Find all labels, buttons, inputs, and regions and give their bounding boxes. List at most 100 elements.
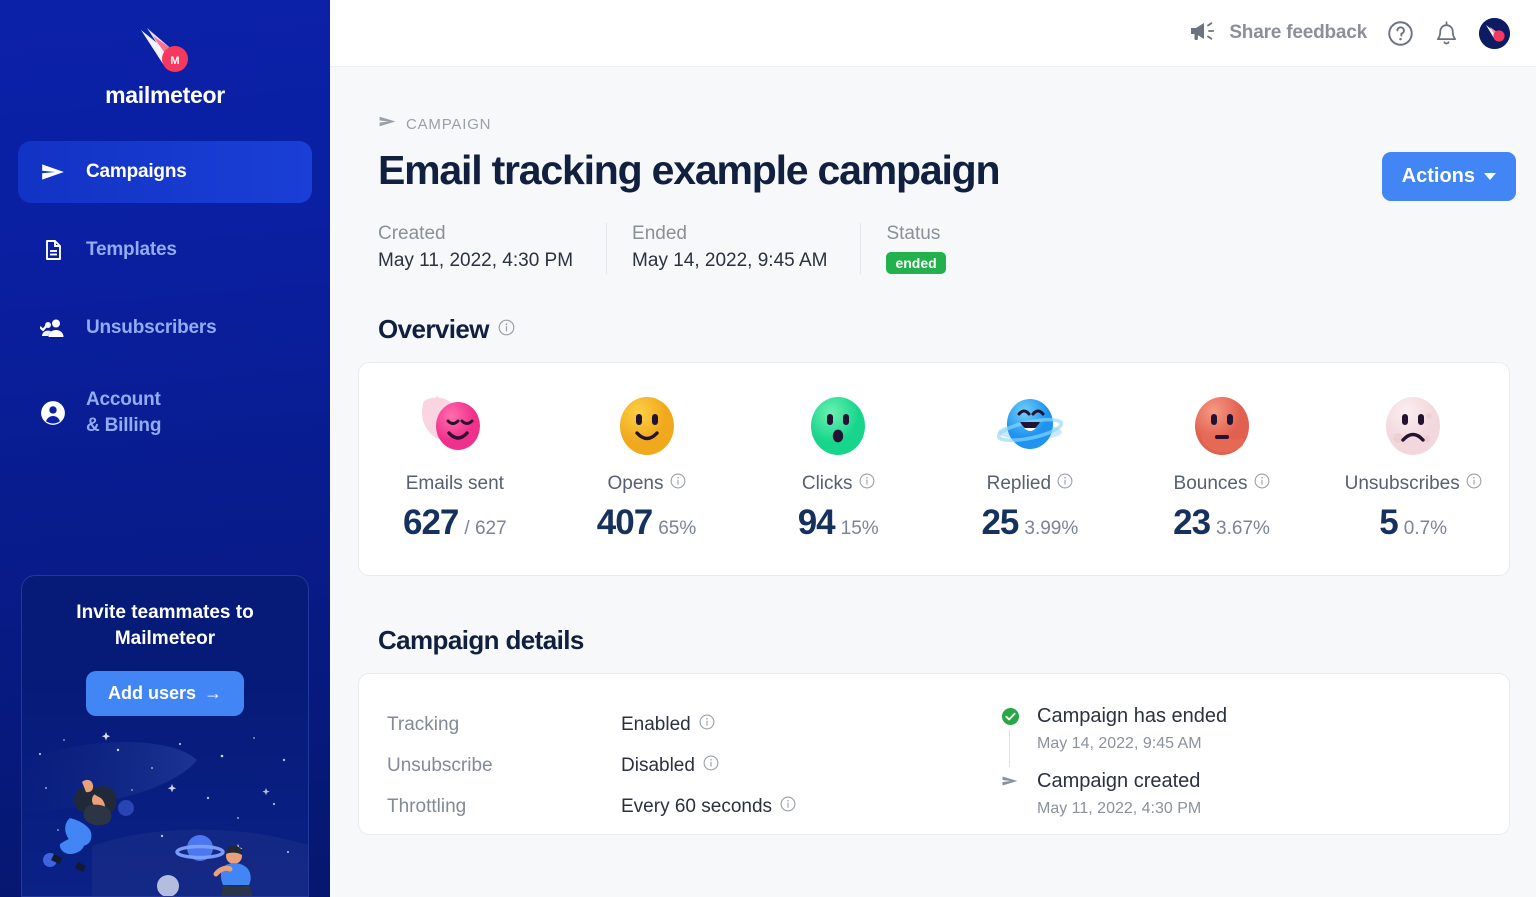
actions-button[interactable]: Actions	[1381, 152, 1516, 201]
info-icon[interactable]	[699, 714, 715, 736]
info-icon[interactable]	[780, 796, 796, 818]
timeline-date: May 11, 2022, 4:30 PM	[1037, 800, 1202, 817]
actions-label: Actions	[1401, 165, 1475, 187]
send-icon	[999, 769, 1021, 818]
stat-label: Clicks	[801, 473, 853, 494]
brand[interactable]: M mailmeteor	[0, 0, 330, 109]
stat-opens: Opens 407 65%	[551, 393, 743, 543]
timeline-title: Campaign created	[1037, 770, 1201, 792]
stat-unsubscribes: Unsubscribes 5 0.7%	[1317, 393, 1509, 543]
details-header: Campaign details	[348, 625, 1516, 656]
avatar[interactable]	[1479, 17, 1510, 49]
info-icon[interactable]	[670, 473, 686, 495]
content-area: CAMPAIGN Email tracking example campaign…	[330, 67, 1536, 897]
detail-label: Tracking	[387, 713, 460, 735]
detail-row-unsubscribe: Unsubscribe Disabled	[387, 745, 987, 786]
invite-title: Invite teammates to Mailmeteor	[76, 602, 254, 649]
app-root: M mailmeteor Campaigns Templates Unsubsc…	[0, 0, 1536, 897]
add-users-label: Add users	[107, 683, 197, 704]
page-title: Email tracking example campaign	[378, 147, 1001, 193]
stats-row: Emails sent 627 / 627 Opens 407 65% Clic…	[359, 363, 1509, 575]
meta-value: May 11, 2022, 4:30 PM	[378, 250, 574, 271]
sidebar-item-label: Account & Billing	[86, 387, 161, 438]
arrow-right-icon: →	[204, 683, 223, 704]
sidebar-item-campaigns[interactable]: Campaigns	[18, 141, 312, 203]
detail-value: Every 60 seconds	[621, 795, 773, 817]
document-icon	[40, 237, 66, 263]
svg-text:M: M	[170, 55, 179, 67]
sidebar-item-templates[interactable]: Templates	[18, 219, 312, 281]
question-circle-icon[interactable]	[1387, 20, 1414, 47]
add-users-button[interactable]: Add users →	[85, 671, 245, 717]
stat-label: Unsubscribes	[1344, 473, 1460, 494]
stat-value: 627	[403, 503, 459, 542]
breadcrumb[interactable]: CAMPAIGN	[378, 67, 1516, 136]
sidebar: M mailmeteor Campaigns Templates Unsubsc…	[0, 0, 330, 897]
breadcrumb-label: CAMPAIGN	[406, 115, 492, 133]
stat-value: 94	[797, 503, 836, 542]
stat-sub: 65%	[658, 518, 697, 539]
sidebar-item-label-line1: Account	[86, 389, 161, 411]
info-icon[interactable]	[1057, 473, 1073, 495]
detail-value: Enabled	[621, 713, 691, 735]
status-badge: ended	[886, 252, 946, 274]
meteor-avatar-icon	[1479, 17, 1510, 49]
brand-name: mailmeteor	[105, 82, 225, 108]
detail-row-tracking: Tracking Enabled	[387, 704, 987, 745]
meta-label: Created	[378, 223, 446, 244]
overview-header: Overview	[348, 314, 1516, 345]
bell-icon[interactable]	[1434, 20, 1459, 47]
mars-neutral-emoji	[1194, 397, 1249, 455]
detail-row-throttling: Throttling Every 60 seconds	[387, 786, 987, 827]
info-icon[interactable]	[703, 755, 719, 777]
share-feedback-label: Share feedback	[1229, 22, 1367, 43]
stat-label: Opens	[607, 473, 664, 494]
campaign-details-card: Tracking Enabled Unsubscribe Disabled Th…	[358, 673, 1510, 835]
stat-bounces: Bounces 23 3.67%	[1126, 393, 1318, 543]
stat-clicks: Clicks 94 15%	[742, 393, 934, 543]
meteor-logo-icon: M	[141, 28, 188, 72]
stat-value: 5	[1379, 503, 1398, 542]
stat-label: Bounces	[1173, 473, 1248, 494]
timeline-title: Campaign has ended	[1037, 705, 1228, 727]
megaphone-icon	[1190, 20, 1217, 47]
meteor-emoji	[421, 395, 480, 450]
detail-label: Unsubscribe	[387, 754, 493, 776]
stat-label: Emails sent	[405, 473, 504, 494]
info-icon[interactable]	[859, 473, 875, 495]
detail-value: Disabled	[621, 754, 695, 776]
sidebar-item-label: Campaigns	[86, 161, 187, 183]
stat-sub: 15%	[840, 518, 879, 539]
sidebar-item-unsubscribers[interactable]: Unsubscribers	[18, 297, 312, 359]
details-title: Campaign details	[378, 625, 584, 655]
overview-card: Emails sent 627 / 627 Opens 407 65% Clic…	[358, 362, 1510, 576]
campaign-timeline: Campaign has ended May 14, 2022, 9:45 AM…	[987, 704, 1481, 834]
smiley-emoji	[619, 397, 674, 455]
meta-status: Status ended	[860, 223, 978, 274]
detail-label: Throttling	[387, 795, 467, 817]
share-feedback-button[interactable]: Share feedback	[1190, 20, 1367, 47]
title-row: Email tracking example campaign Actions	[348, 147, 1516, 201]
info-icon[interactable]	[1466, 473, 1482, 495]
info-icon[interactable]	[498, 319, 515, 341]
sidebar-item-account-billing[interactable]: Account & Billing	[18, 375, 312, 451]
planet-happy-emoji	[996, 399, 1063, 449]
main-area: Share feedback CAMPAIGN Email tracking e…	[330, 0, 1536, 897]
details-list: Tracking Enabled Unsubscribe Disabled Th…	[387, 704, 987, 834]
campaign-meta: Created May 11, 2022, 4:30 PM Ended May …	[348, 223, 1516, 274]
invite-teammates-card: Invite teammates to Mailmeteor Add users…	[21, 575, 309, 897]
info-icon[interactable]	[1254, 473, 1270, 495]
stat-sub: 3.67%	[1216, 518, 1270, 539]
stat-value: 23	[1173, 503, 1211, 542]
sidebar-nav: Campaigns Templates Unsubscribers Accoun…	[0, 141, 330, 451]
stat-sub: / 627	[464, 518, 507, 539]
overview-title: Overview	[378, 314, 489, 344]
send-icon	[40, 159, 66, 185]
send-icon	[378, 112, 397, 136]
timeline-date: May 14, 2022, 9:45 AM	[1037, 735, 1202, 752]
stat-replied: Replied 25 3.99%	[934, 393, 1126, 543]
chevron-down-icon	[1484, 173, 1496, 180]
user-circle-icon	[40, 400, 66, 426]
stat-value: 407	[596, 503, 653, 542]
space-illustration	[22, 732, 308, 896]
